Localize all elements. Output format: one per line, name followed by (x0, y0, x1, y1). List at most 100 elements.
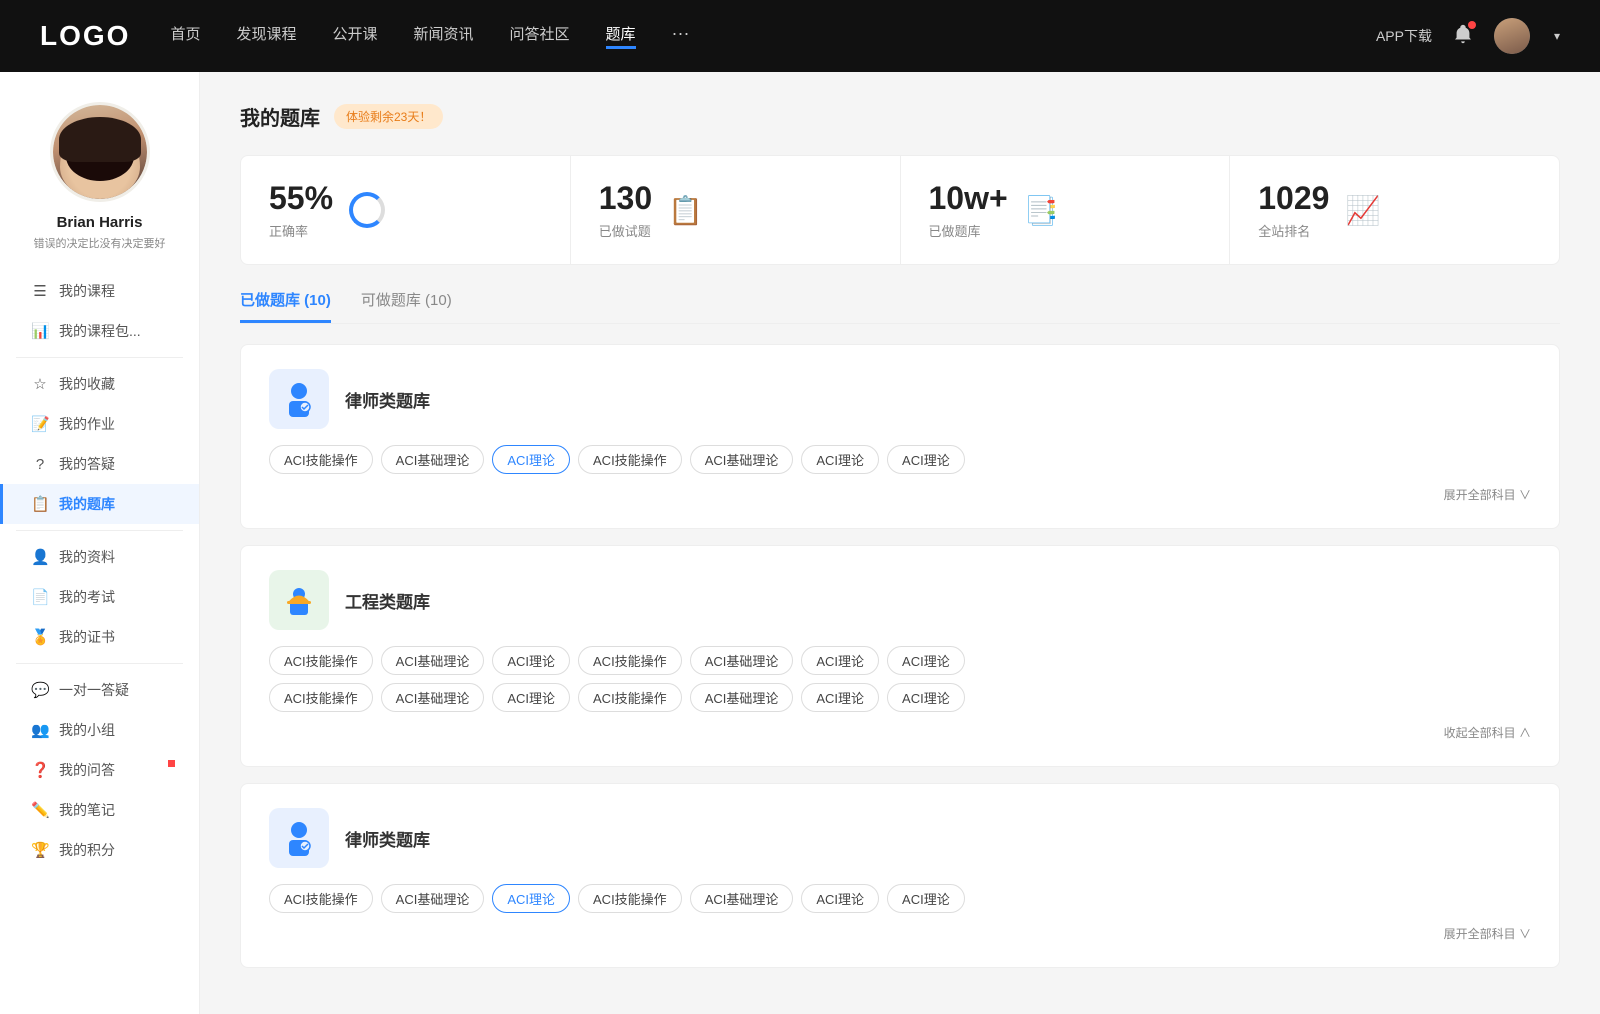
sidebar-item-points[interactable]: 🏆 我的积分 (0, 830, 199, 870)
nav-news[interactable]: 新闻资讯 (414, 23, 474, 49)
user-avatar[interactable] (1494, 18, 1530, 54)
stat-questions-done-value: 130 (599, 180, 652, 217)
tab-done[interactable]: 已做题库 (10) (240, 289, 331, 323)
bank-tag[interactable]: ACI理论 (492, 646, 570, 675)
sidebar-item-cert[interactable]: 🏅 我的证书 (0, 617, 199, 657)
nav-question-bank[interactable]: 题库 (606, 23, 636, 49)
lawyer2-tags: ACI技能操作ACI基础理论ACI理论ACI技能操作ACI基础理论ACI理论AC… (269, 884, 1531, 913)
bank-tag[interactable]: ACI理论 (887, 646, 965, 675)
sidebar-item-course[interactable]: ☰ 我的课程 (0, 271, 199, 311)
bank-tag[interactable]: ACI理论 (887, 683, 965, 712)
bank-tag[interactable]: ACI基础理论 (381, 884, 485, 913)
notification-bell[interactable] (1452, 23, 1474, 50)
stat-banks-done: 10w+ 已做题库 📑 (901, 156, 1231, 264)
rank-chart-icon: 📈 (1345, 194, 1380, 227)
engineer-bank-title: 工程类题库 (345, 588, 430, 613)
lawyer2-bank-icon (269, 808, 329, 868)
sidebar-item-group[interactable]: 👥 我的小组 (0, 710, 199, 750)
bank-tag[interactable]: ACI理论 (801, 646, 879, 675)
sidebar-item-profile[interactable]: 👤 我的资料 (0, 537, 199, 577)
sidebar-divider-1 (16, 357, 183, 358)
cert-icon: 🏅 (31, 628, 49, 646)
stat-accuracy-value: 55% (269, 180, 333, 217)
user-menu-chevron[interactable]: ▾ (1554, 29, 1560, 43)
bank-tag[interactable]: ACI理论 (801, 683, 879, 712)
stat-banks-done-value: 10w+ (929, 180, 1008, 217)
bank-tag[interactable]: ACI技能操作 (269, 646, 373, 675)
bank-tag[interactable]: ACI技能操作 (578, 683, 682, 712)
bank-tag[interactable]: ACI理论 (887, 445, 965, 474)
bank-tag[interactable]: ACI基础理论 (381, 445, 485, 474)
sidebar-item-label: 我的课程包... (59, 321, 141, 341)
bank-tag[interactable]: ACI技能操作 (269, 445, 373, 474)
sidebar-item-question-bank[interactable]: 📋 我的题库 (0, 484, 199, 524)
nav-more[interactable]: ··· (672, 23, 690, 49)
bank-tag[interactable]: ACI技能操作 (578, 646, 682, 675)
one-on-one-icon: 💬 (31, 681, 49, 699)
bank-tag[interactable]: ACI技能操作 (578, 884, 682, 913)
sidebar-item-course-pack[interactable]: 📊 我的课程包... (0, 311, 199, 351)
engineer-bank-icon (269, 570, 329, 630)
sidebar-item-exam[interactable]: 📄 我的考试 (0, 577, 199, 617)
bank-tag[interactable]: ACI基础理论 (381, 683, 485, 712)
bank-tag[interactable]: ACI技能操作 (269, 884, 373, 913)
sidebar-avatar[interactable] (50, 102, 150, 202)
bank-tag[interactable]: ACI理论 (887, 884, 965, 913)
bank-tag[interactable]: ACI基础理论 (690, 683, 794, 712)
sidebar-item-label: 我的课程 (59, 281, 115, 301)
bank-tag[interactable]: ACI基础理论 (690, 445, 794, 474)
lawyer2-bank-title: 律师类题库 (345, 826, 430, 851)
main-content: 我的题库 体验剩余23天！ 55% 正确率 130 已做试题 📋 (200, 72, 1600, 1014)
app-download-button[interactable]: APP下载 (1376, 26, 1432, 46)
stats-row: 55% 正确率 130 已做试题 📋 10w+ 已做题库 📑 (240, 155, 1560, 265)
sidebar-item-label: 我的考试 (59, 587, 115, 607)
sidebar-item-label: 我的证书 (59, 627, 115, 647)
logo: LOGO (40, 20, 130, 52)
sidebar-item-notes[interactable]: ✏️ 我的笔记 (0, 790, 199, 830)
points-icon: 🏆 (31, 841, 49, 859)
bank-tag[interactable]: ACI基础理论 (690, 884, 794, 913)
bank-tag[interactable]: ACI理论 (801, 445, 879, 474)
sidebar-motto: 错误的决定比没有决定要好 (34, 235, 166, 251)
bank-tag[interactable]: ACI技能操作 (578, 445, 682, 474)
notes-icon: ✏️ (31, 801, 49, 819)
sidebar-divider-2 (16, 530, 183, 531)
bank-tag[interactable]: ACI理论 (492, 683, 570, 712)
engineer-footer: 收起全部科目 ∧ (269, 724, 1531, 742)
stat-rank: 1029 全站排名 📈 (1230, 156, 1559, 264)
nav-discover[interactable]: 发现课程 (236, 23, 296, 49)
nav-home[interactable]: 首页 (170, 23, 200, 49)
sidebar-item-answers[interactable]: ❓ 我的问答 (0, 750, 199, 790)
sidebar-item-one-on-one[interactable]: 💬 一对一答疑 (0, 670, 199, 710)
engineer-toggle[interactable]: 收起全部科目 ∧ (1444, 726, 1531, 740)
sidebar-item-collection[interactable]: ☆ 我的收藏 (0, 364, 199, 404)
homework-icon: 📝 (31, 415, 49, 433)
bank-tag[interactable]: ACI理论 (492, 884, 570, 913)
group-icon: 👥 (31, 721, 49, 739)
qa-icon: ? (31, 456, 49, 473)
bank-tag[interactable]: ACI理论 (801, 884, 879, 913)
sidebar-item-homework[interactable]: 📝 我的作业 (0, 404, 199, 444)
bank-tag[interactable]: ACI基础理论 (690, 646, 794, 675)
sidebar-item-qa[interactable]: ? 我的答疑 (0, 444, 199, 484)
sidebar: Brian Harris 错误的决定比没有决定要好 ☰ 我的课程 📊 我的课程包… (0, 72, 200, 1014)
bank-card-lawyer1: 律师类题库 ACI技能操作ACI基础理论ACI理论ACI技能操作ACI基础理论A… (240, 344, 1560, 529)
nav-open-course[interactable]: 公开课 (332, 23, 377, 49)
lawyer2-toggle[interactable]: 展开全部科目 ∨ (1444, 927, 1531, 941)
sidebar-menu: ☰ 我的课程 📊 我的课程包... ☆ 我的收藏 📝 我的作业 ? 我的答疑 📋 (0, 271, 199, 870)
sidebar-avatar-wrap (50, 102, 150, 202)
engineer-svg-icon (279, 580, 319, 620)
bank-tag[interactable]: ACI基础理论 (381, 646, 485, 675)
tab-available[interactable]: 可做题库 (10) (361, 289, 452, 323)
engineer-tags-row2: ACI技能操作ACI基础理论ACI理论ACI技能操作ACI基础理论ACI理论AC… (269, 683, 1531, 712)
lawyer-svg-icon (279, 379, 319, 419)
bank-tag[interactable]: ACI技能操作 (269, 683, 373, 712)
collection-icon: ☆ (31, 375, 49, 393)
sidebar-item-label: 一对一答疑 (59, 680, 129, 700)
nav-qa[interactable]: 问答社区 (510, 23, 570, 49)
nav-links: 首页 发现课程 公开课 新闻资讯 问答社区 题库 ··· (170, 23, 1336, 49)
questions-list-icon: 📋 (668, 194, 703, 227)
bank-tag[interactable]: ACI理论 (492, 445, 570, 474)
lawyer1-toggle[interactable]: 展开全部科目 ∨ (1444, 488, 1531, 502)
bank-card-lawyer2: 律师类题库 ACI技能操作ACI基础理论ACI理论ACI技能操作ACI基础理论A… (240, 783, 1560, 968)
